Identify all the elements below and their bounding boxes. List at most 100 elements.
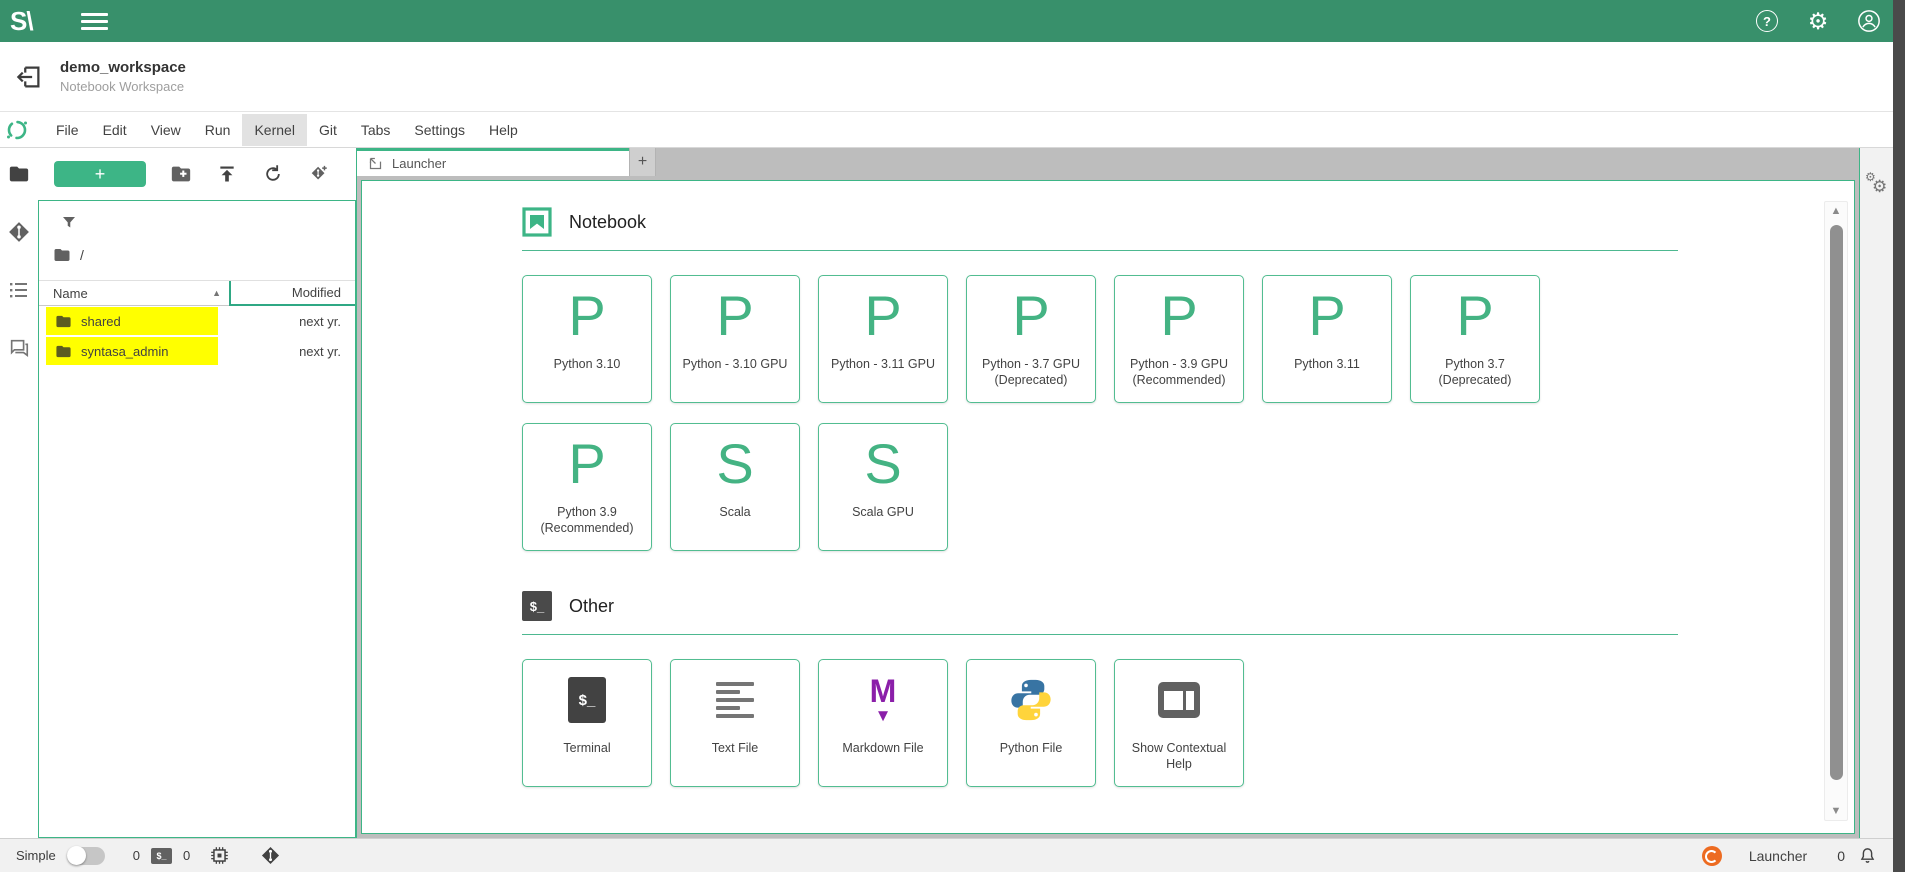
markdown-icon: M ▼ [870,677,897,723]
menu-git[interactable]: Git [307,114,349,146]
right-sidebar-rail: ⚙ ⚙ [1860,148,1893,838]
notification-count: 0 [1837,848,1845,864]
kernel-card-python-3-9-recommended[interactable]: P Python 3.9 (Recommended) [522,423,652,551]
kernel-card-python-3-7-gpu-deprecated[interactable]: P Python - 3.7 GPU (Deprecated) [966,275,1096,403]
file-row-syntasa-admin[interactable]: syntasa_admin next yr. [39,336,355,366]
kernel-card-python-3-11-gpu[interactable]: P Python - 3.11 GPU [818,275,948,403]
menu-help[interactable]: Help [477,114,530,146]
workspace-subtitle: Notebook Workspace [60,79,186,94]
git-tab-icon[interactable] [7,220,31,244]
launcher-card-text-file[interactable]: Text File [670,659,800,787]
kernel-card-scala[interactable]: S Scala [670,423,800,551]
toggle-knob [67,846,86,865]
scrollbar-thumb[interactable] [1830,225,1843,780]
column-header-modified[interactable]: Modified [231,281,355,306]
kernel-status-spinner-icon [6,119,28,141]
settings-gear-icon[interactable]: ⚙ [1806,9,1830,33]
status-bar: Simple 0 $_ 0 Launcher 0 [0,838,1893,872]
dirlisting-header: Name ▲ Modified [39,280,355,306]
column-header-name[interactable]: Name ▲ [39,281,229,306]
property-inspector-gears-icon[interactable]: ⚙ ⚙ [1865,176,1889,200]
breadcrumb-folder-icon[interactable] [53,246,71,264]
menu-file[interactable]: File [44,114,91,146]
terminal-count: 0 [133,848,140,863]
launcher-card-terminal[interactable]: $_ Terminal [522,659,652,787]
file-browser-listing: / Name ▲ Modified [38,200,356,838]
simple-mode-label: Simple [16,848,56,863]
notification-bell-icon[interactable] [1858,846,1877,866]
file-row-shared[interactable]: shared next yr. [39,306,355,336]
menu-edit[interactable]: Edit [91,114,139,146]
hamburger-menu-icon[interactable] [81,13,108,30]
highlighted-name: shared [46,307,218,335]
other-cards: $_ Terminal Text File M [522,659,1678,787]
add-tab-button[interactable]: + [629,148,656,176]
breadcrumb: / [39,236,355,272]
kernel-count: 0 [183,848,190,863]
dock-panel: Launcher + Notebook P [356,148,1860,838]
upload-icon[interactable] [216,163,238,185]
chat-tab-icon[interactable] [7,336,31,360]
menu-items: File Edit View Run Kernel Git Tabs Setti… [44,114,530,146]
topbar-actions: ? ⚙ [1755,9,1881,33]
kernel-card-python-3-10-gpu[interactable]: P Python - 3.10 GPU [670,275,800,403]
folder-icon [55,313,72,330]
launcher-card-markdown-file[interactable]: M ▼ Markdown File [818,659,948,787]
workspace-header: demo_workspace Notebook Workspace [0,42,1893,112]
file-browser-panel: + [38,148,356,838]
kernel-card-scala-gpu[interactable]: S Scala GPU [818,423,948,551]
kernel-card-python-3-11[interactable]: P Python 3.11 [1262,275,1392,403]
menu-tabs[interactable]: Tabs [349,114,403,146]
scroll-down-icon[interactable]: ▼ [1831,802,1842,820]
table-of-contents-tab-icon[interactable] [7,278,31,302]
notebook-cards: P Python 3.10 P Python - 3.10 GPU P Pyth… [522,275,1678,551]
brand-logo: S\ [10,6,33,37]
menu-view[interactable]: View [139,114,193,146]
account-icon[interactable] [1857,9,1881,33]
git-status-icon[interactable] [261,846,280,865]
menu-settings[interactable]: Settings [402,114,477,146]
app-root: S\ ? ⚙ demo_workspace Notebook W [0,0,1905,872]
notebook-section: Notebook P Python 3.10 P Python - 3.10 G… [522,207,1678,551]
launcher-card-show-contextual-help[interactable]: Show Contextual Help [1114,659,1244,787]
menu-kernel[interactable]: Kernel [242,114,306,146]
python-icon [1008,677,1054,723]
other-section: $_ Other $_ Terminal Text File [522,591,1678,787]
status-bar-right: Launcher 0 [1702,846,1877,866]
scroll-up-icon[interactable]: ▲ [1831,202,1842,220]
file-name-cell: syntasa_admin [39,337,229,365]
exit-workspace-icon[interactable] [14,62,44,92]
file-modified-cell: next yr. [229,314,355,329]
menu-run[interactable]: Run [193,114,243,146]
other-section-header: $_ Other [522,591,1678,621]
breadcrumb-root[interactable]: / [80,247,84,263]
refresh-icon[interactable] [262,163,284,185]
text-file-icon [716,682,754,718]
folder-icon [55,343,72,360]
launcher-card-python-file[interactable]: Python File [966,659,1096,787]
tab-launcher[interactable]: Launcher [357,148,629,176]
window-edge-scrollbar[interactable] [1893,0,1905,872]
file-name-cell: shared [39,307,229,335]
kernel-card-python-3-7-deprecated[interactable]: P Python 3.7 (Deprecated) [1410,275,1540,403]
other-section-title: Other [569,596,614,617]
kernel-card-python-3-9-gpu-recommended[interactable]: P Python - 3.9 GPU (Recommended) [1114,275,1244,403]
notebook-section-header: Notebook [522,207,1678,237]
launcher-scrollbar[interactable]: ▲ ▼ [1824,201,1848,821]
sort-ascending-icon: ▲ [212,288,221,298]
kernel-card-python-3-10[interactable]: P Python 3.10 [522,275,652,403]
workspace-title: demo_workspace [60,59,186,76]
new-launcher-button[interactable]: + [54,161,146,187]
notebook-icon [522,207,552,237]
terminal-section-icon: $_ [522,591,552,621]
git-clone-icon[interactable] [308,163,330,185]
filter-icon[interactable] [60,214,355,232]
help-icon[interactable]: ? [1755,9,1779,33]
terminal-status-icon[interactable]: $_ [151,848,172,864]
kernel-chip-icon[interactable] [210,846,229,865]
new-folder-icon[interactable] [170,163,192,185]
launcher-body: Notebook P Python 3.10 P Python - 3.10 G… [361,180,1855,834]
simple-mode-toggle[interactable] [67,847,105,865]
active-context-label: Launcher [1749,848,1807,864]
file-browser-tab-folder-icon[interactable] [7,162,31,186]
